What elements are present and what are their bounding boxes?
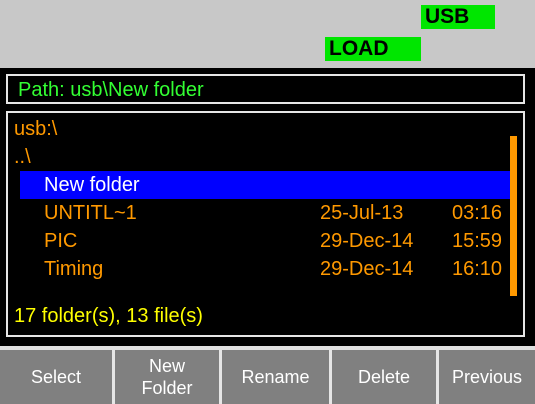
softkey-bar: Select New Folder Rename Delete Previous xyxy=(0,346,535,404)
file-name: UNTITL~1 xyxy=(44,202,137,224)
list-item[interactable]: UNTITL~1 25-Jul-13 03:16 xyxy=(8,199,513,227)
select-button-label: Select xyxy=(30,367,82,387)
file-time: 16:10 xyxy=(452,258,503,280)
list-item-selected[interactable]: New folder xyxy=(20,171,514,199)
delete-button-label: Delete xyxy=(357,367,411,387)
parent-folder-label: ..\ xyxy=(14,146,31,168)
new-folder-label-line2: Folder xyxy=(141,378,193,398)
root-label: usb:\ xyxy=(14,118,58,140)
list-item[interactable]: Timing 29-Dec-14 16:10 xyxy=(8,255,513,283)
previous-button[interactable]: Previous xyxy=(439,350,535,404)
file-time: 15:59 xyxy=(452,230,503,252)
rename-button[interactable]: Rename xyxy=(222,350,332,404)
select-button[interactable]: Select xyxy=(0,350,115,404)
path-label: Path: usb\New folder xyxy=(18,79,204,101)
path-panel: Path: usb\New folder xyxy=(6,74,525,104)
load-status-badge: LOAD xyxy=(325,37,421,61)
file-date: 29-Dec-14 xyxy=(320,258,414,280)
delete-button[interactable]: Delete xyxy=(332,350,439,404)
selected-folder-label: New folder xyxy=(44,174,140,196)
previous-button-label: Previous xyxy=(451,367,523,387)
new-folder-button[interactable]: New Folder xyxy=(115,350,222,404)
file-name: Timing xyxy=(44,258,104,280)
list-item-root[interactable]: usb:\ xyxy=(8,115,513,143)
list-item-parent[interactable]: ..\ xyxy=(8,143,513,171)
file-browser-screen: Path: usb\New folder usb:\ ..\ New folde… xyxy=(0,68,535,346)
list-item[interactable]: PIC 29-Dec-14 15:59 xyxy=(8,227,513,255)
file-date: 29-Dec-14 xyxy=(320,230,414,252)
file-name: PIC xyxy=(44,230,78,252)
status-bar: USB LOAD xyxy=(0,0,535,68)
file-list[interactable]: usb:\ ..\ New folder UNTITL~1 25-Jul-13 … xyxy=(6,111,525,337)
rename-button-label: Rename xyxy=(241,367,310,387)
file-time: 03:16 xyxy=(452,202,503,224)
new-folder-label-line1: New xyxy=(148,356,185,376)
file-date: 25-Jul-13 xyxy=(320,202,404,224)
scrollbar[interactable] xyxy=(510,136,517,296)
usb-status-badge: USB xyxy=(421,5,495,29)
file-count-summary: 17 folder(s), 13 file(s) xyxy=(14,305,203,327)
